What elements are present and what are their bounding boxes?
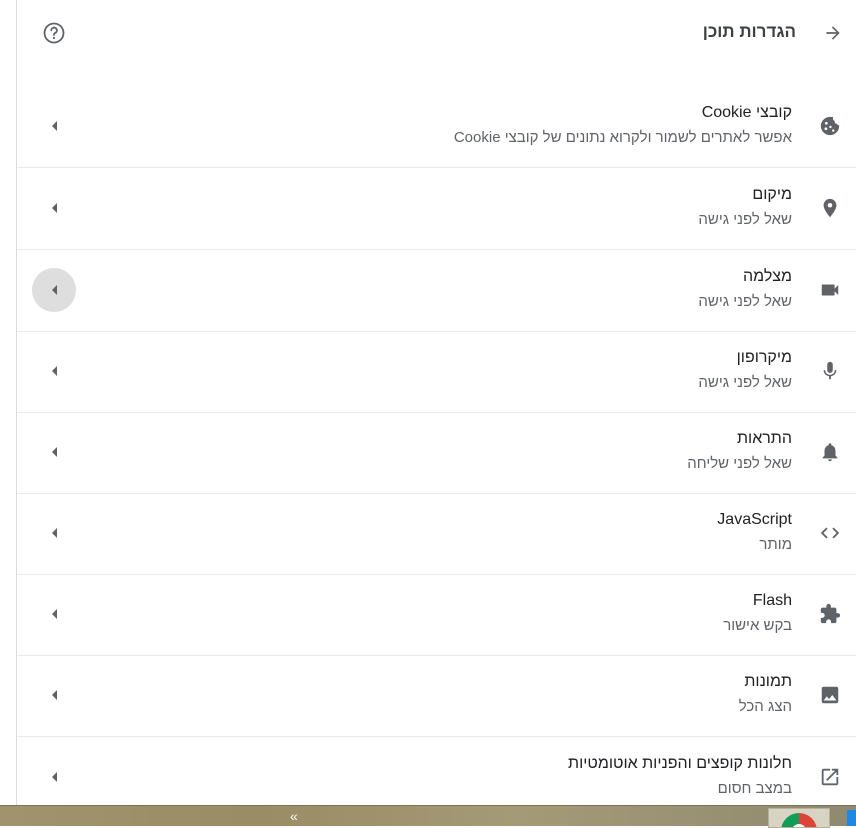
setting-row-location[interactable]: מיקום שאל לפני גישה — [17, 168, 856, 250]
arrow-left-icon — [52, 528, 57, 538]
image-icon — [821, 686, 839, 704]
row-subtitle: שאל לפני גישה — [698, 374, 792, 391]
expand-arrow-button[interactable] — [32, 755, 76, 799]
back-button[interactable] — [818, 18, 848, 48]
puzzle-icon — [820, 603, 841, 624]
bell-icon — [822, 443, 838, 462]
taskbar-expand-chevron[interactable]: « — [290, 808, 298, 824]
arrow-left-icon — [52, 447, 57, 457]
row-subtitle: שאל לפני גישה — [698, 293, 792, 310]
row-subtitle: שאל לפני שליחה — [687, 455, 792, 472]
row-title: תמונות — [744, 673, 792, 690]
setting-row-camera[interactable]: מצלמה שאל לפני גישה — [17, 250, 856, 332]
expand-arrow-button[interactable] — [32, 592, 76, 636]
row-subtitle: שאל לפני גישה — [698, 211, 792, 228]
row-title: מצלמה — [743, 268, 792, 285]
setting-row-popups[interactable]: חלונות קופצים והפניות אוטומטיות במצב חסו… — [17, 737, 856, 805]
open-in-new-icon — [821, 768, 839, 786]
arrow-left-icon — [52, 609, 57, 619]
row-title: מיקרופון — [736, 349, 792, 366]
setting-row-images[interactable]: תמונות הצג הכל — [17, 655, 856, 737]
row-title: חלונות קופצים והפניות אוטומטיות — [568, 755, 792, 772]
page-title: הגדרות תוכן — [702, 22, 796, 41]
videocam-icon — [821, 284, 839, 296]
expand-arrow-button[interactable] — [32, 268, 76, 312]
expand-arrow-button[interactable] — [32, 186, 76, 230]
row-title: התראות — [737, 430, 792, 447]
row-subtitle: מותר — [759, 536, 792, 553]
location-pin-icon — [823, 198, 837, 218]
row-title: מיקום — [752, 186, 792, 203]
arrow-left-icon — [52, 772, 57, 782]
expand-arrow-button[interactable] — [32, 104, 76, 148]
expand-arrow-button[interactable] — [32, 511, 76, 555]
left-window-edge — [0, 0, 17, 805]
setting-row-cookies[interactable]: קובצי Cookie אפשר לאתרים לשמור ולקרוא נת… — [17, 86, 856, 168]
header: הגדרות תוכן — [17, 0, 856, 66]
taskbar-app-icon[interactable] — [847, 810, 856, 826]
help-button[interactable] — [39, 18, 69, 48]
row-subtitle: בקש אישור — [723, 617, 792, 634]
arrow-left-icon — [52, 285, 57, 295]
chrome-logo-icon — [781, 813, 817, 827]
arrow-right-icon — [826, 26, 840, 40]
content-settings-panel: הגדרות תוכן קובצי Cookie אפשר לאתרים לשמ… — [17, 0, 856, 805]
help-circle-icon — [43, 22, 65, 44]
setting-row-flash[interactable]: Flash בקש אישור — [17, 574, 856, 656]
arrow-left-icon — [52, 366, 57, 376]
taskbar: « — [0, 805, 856, 828]
code-icon — [820, 527, 840, 539]
taskbar-chrome-button[interactable] — [768, 808, 830, 828]
setting-row-notifications[interactable]: התראות שאל לפני שליחה — [17, 412, 856, 494]
row-title: JavaScript — [717, 511, 792, 528]
arrow-left-icon — [52, 203, 57, 213]
setting-row-microphone[interactable]: מיקרופון שאל לפני גישה — [17, 331, 856, 413]
row-title: קובצי Cookie — [701, 104, 792, 121]
expand-arrow-button[interactable] — [32, 673, 76, 717]
row-subtitle: במצב חסום — [717, 780, 792, 797]
row-subtitle: הצג הכל — [738, 698, 792, 715]
cookie-icon — [820, 116, 840, 136]
setting-row-javascript[interactable]: JavaScript מותר — [17, 493, 856, 575]
expand-arrow-button[interactable] — [32, 349, 76, 393]
arrow-left-icon — [52, 690, 57, 700]
expand-arrow-button[interactable] — [32, 430, 76, 474]
row-subtitle: אפשר לאתרים לשמור ולקרוא נתונים של קובצי… — [453, 129, 792, 146]
arrow-left-icon — [52, 121, 57, 131]
mic-icon — [823, 361, 837, 380]
row-title: Flash — [752, 592, 792, 609]
